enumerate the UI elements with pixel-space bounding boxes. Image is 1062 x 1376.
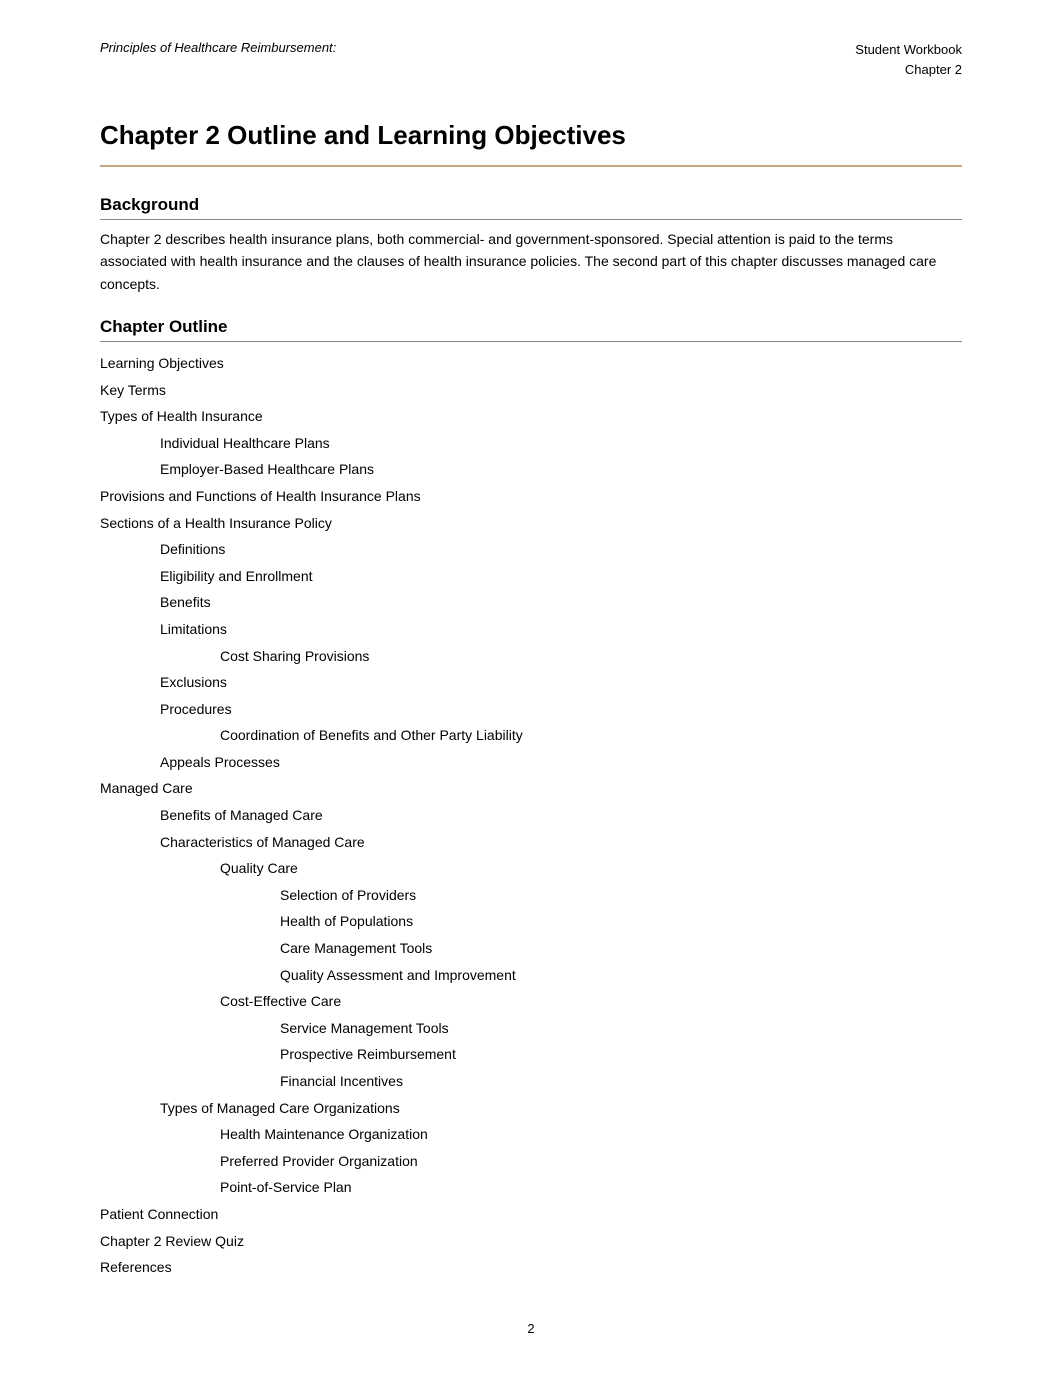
- outline-item: Chapter 2 Review Quiz: [100, 1228, 962, 1255]
- outline-item: Quality Care: [100, 855, 962, 882]
- outline-item: Care Management Tools: [100, 935, 962, 962]
- page-number: 2: [527, 1321, 534, 1336]
- background-text: Chapter 2 describes health insurance pla…: [100, 228, 962, 295]
- outline-item: Types of Managed Care Organizations: [100, 1095, 962, 1122]
- outline-item: Selection of Providers: [100, 882, 962, 909]
- page: Principles of Healthcare Reimbursement: …: [0, 0, 1062, 1376]
- outline-item: Preferred Provider Organization: [100, 1148, 962, 1175]
- outline-item: Sections of a Health Insurance Policy: [100, 510, 962, 537]
- header-left: Principles of Healthcare Reimbursement:: [100, 40, 336, 55]
- outline-item: Types of Health Insurance: [100, 403, 962, 430]
- background-heading: Background: [100, 195, 962, 220]
- outline-item: Benefits: [100, 589, 962, 616]
- outline-item: Key Terms: [100, 377, 962, 404]
- outline-item: Prospective Reimbursement: [100, 1041, 962, 1068]
- header-title: Principles of Healthcare Reimbursement:: [100, 40, 336, 55]
- outline-item: Managed Care: [100, 775, 962, 802]
- chapter-title-section: Chapter 2 Outline and Learning Objective…: [100, 119, 962, 167]
- outline-item: Health of Populations: [100, 908, 962, 935]
- outline-list: Learning ObjectivesKey TermsTypes of Hea…: [100, 350, 962, 1281]
- outline-item: Appeals Processes: [100, 749, 962, 776]
- outline-item: Health Maintenance Organization: [100, 1121, 962, 1148]
- page-header: Principles of Healthcare Reimbursement: …: [100, 40, 962, 89]
- outline-section: Chapter Outline Learning ObjectivesKey T…: [100, 317, 962, 1281]
- outline-item: Cost Sharing Provisions: [100, 643, 962, 670]
- outline-item: Learning Objectives: [100, 350, 962, 377]
- outline-item: Limitations: [100, 616, 962, 643]
- outline-item: Point-of-Service Plan: [100, 1174, 962, 1201]
- header-right: Student Workbook Chapter 2: [855, 40, 962, 79]
- outline-item: Financial Incentives: [100, 1068, 962, 1095]
- outline-item: Coordination of Benefits and Other Party…: [100, 722, 962, 749]
- outline-item: Service Management Tools: [100, 1015, 962, 1042]
- page-footer: 2: [0, 1321, 1062, 1336]
- outline-item: Cost-Effective Care: [100, 988, 962, 1015]
- outline-item: Benefits of Managed Care: [100, 802, 962, 829]
- outline-item: Quality Assessment and Improvement: [100, 962, 962, 989]
- header-right-line1: Student Workbook: [855, 40, 962, 60]
- chapter-title: Chapter 2 Outline and Learning Objective…: [100, 119, 962, 153]
- outline-item: Eligibility and Enrollment: [100, 563, 962, 590]
- outline-item: Employer-Based Healthcare Plans: [100, 456, 962, 483]
- outline-item: Patient Connection: [100, 1201, 962, 1228]
- outline-item: Definitions: [100, 536, 962, 563]
- outline-item: Characteristics of Managed Care: [100, 829, 962, 856]
- outline-item: Exclusions: [100, 669, 962, 696]
- outline-heading: Chapter Outline: [100, 317, 962, 342]
- outline-item: Procedures: [100, 696, 962, 723]
- outline-item: Provisions and Functions of Health Insur…: [100, 483, 962, 510]
- outline-item: Individual Healthcare Plans: [100, 430, 962, 457]
- outline-item: References: [100, 1254, 962, 1281]
- background-section: Background Chapter 2 describes health in…: [100, 195, 962, 295]
- header-right-line2: Chapter 2: [855, 60, 962, 80]
